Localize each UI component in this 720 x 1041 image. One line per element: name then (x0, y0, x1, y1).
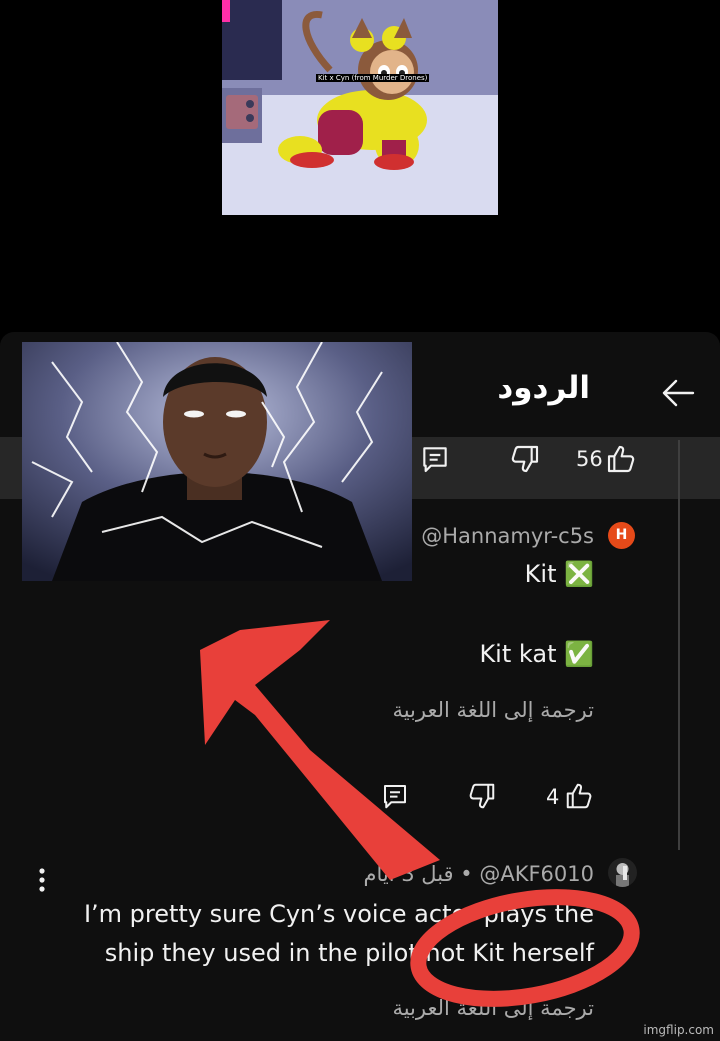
red-annotation-overlay (200, 620, 640, 1007)
imgflip-watermark: imgflip.com (643, 1023, 714, 1037)
